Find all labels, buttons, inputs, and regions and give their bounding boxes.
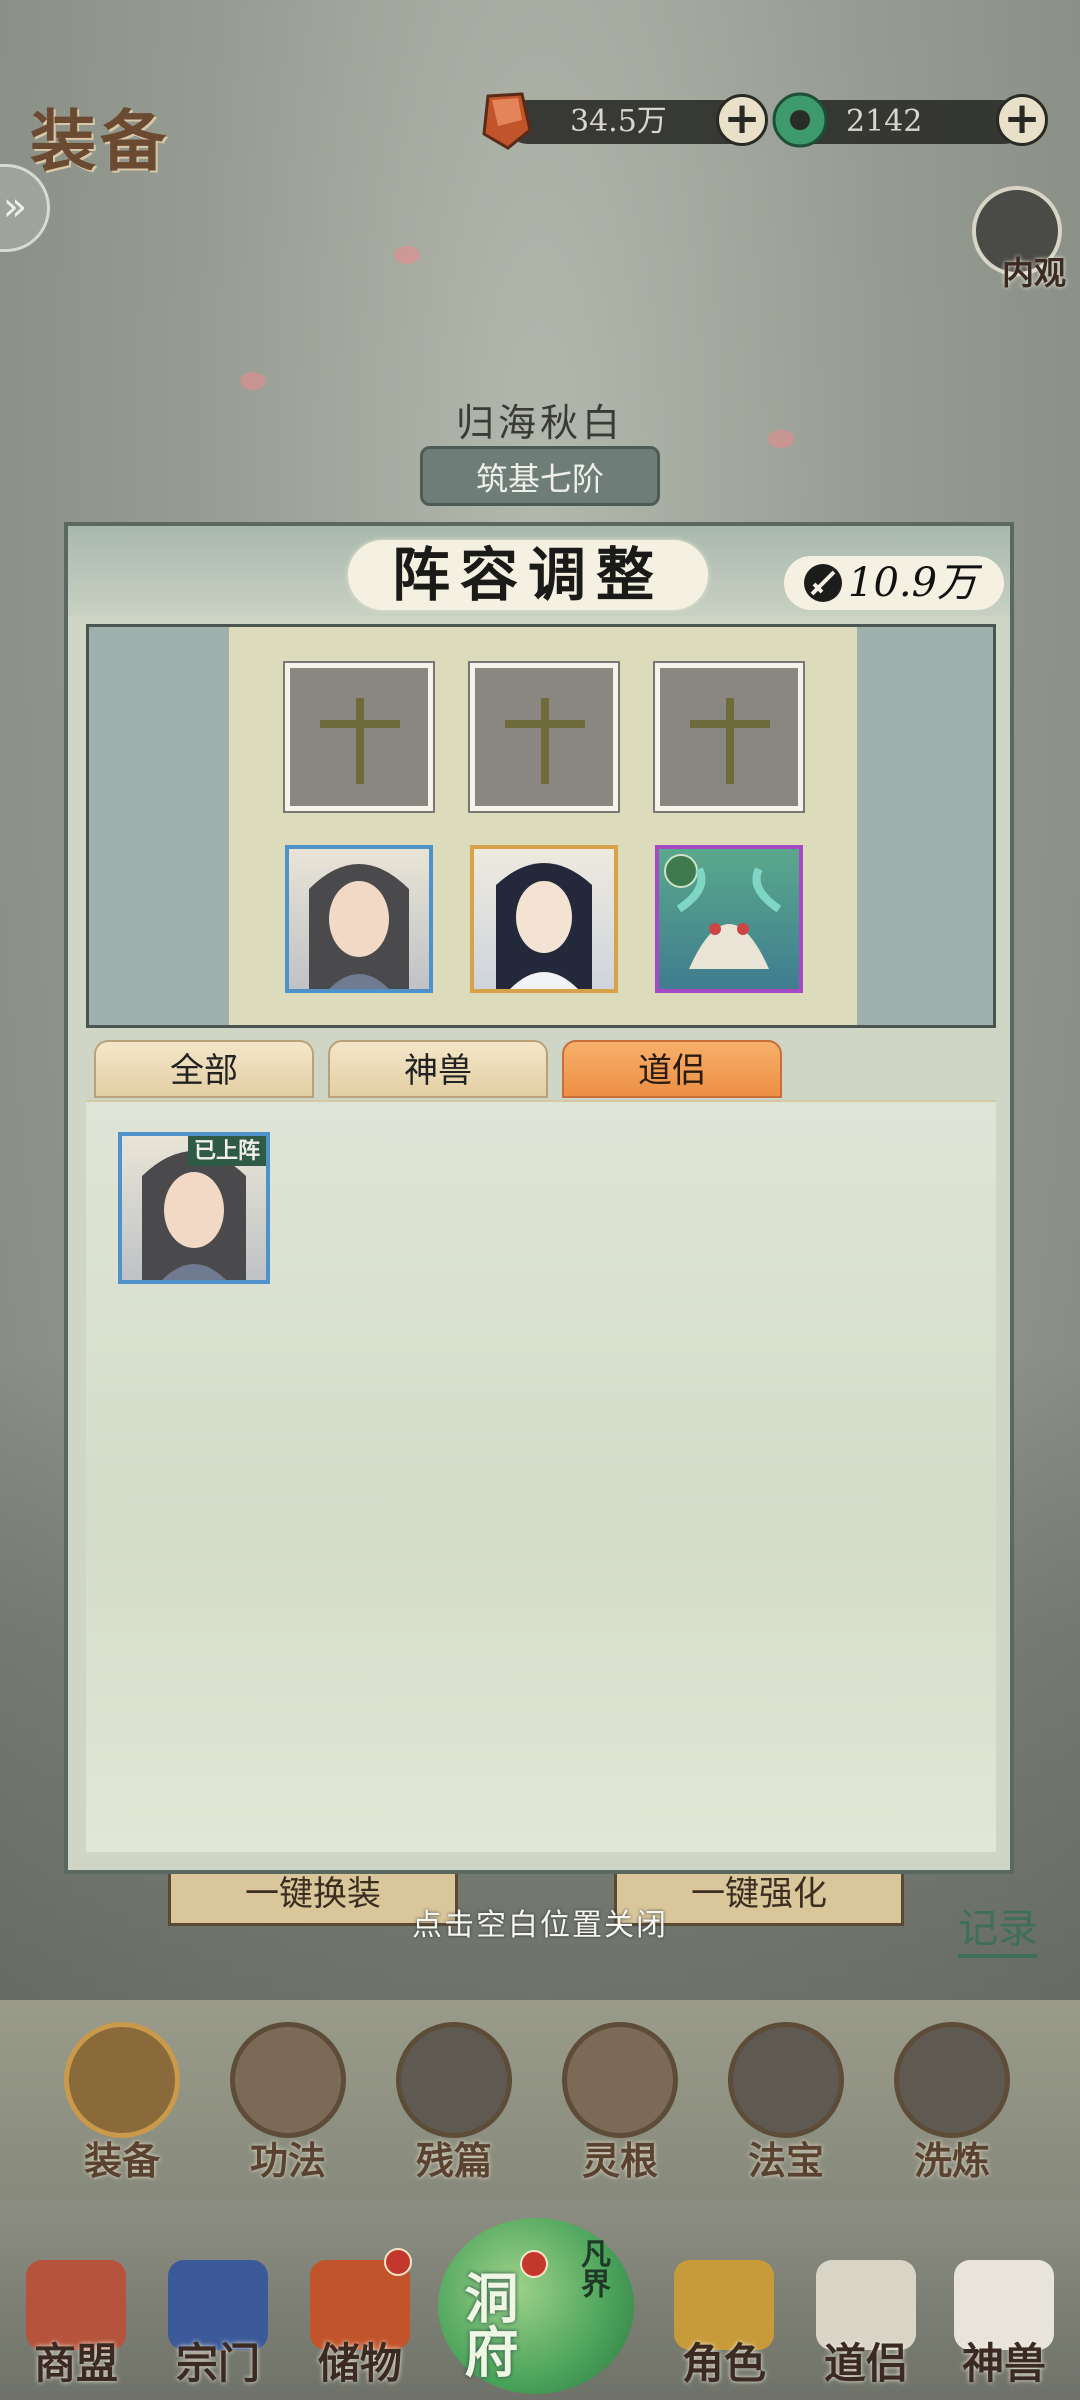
beast-portrait[interactable] — [655, 845, 803, 993]
tab-all[interactable]: 全部 — [94, 1040, 314, 1098]
companion-face-icon — [309, 864, 409, 989]
armor-icon — [64, 2022, 180, 2138]
companion-face-icon — [496, 863, 592, 989]
category-tabs: 全部 神兽 道侣 — [86, 1040, 996, 1100]
page-title: 装备 — [30, 102, 170, 180]
sub-menu-label: 装备 — [83, 2138, 160, 2183]
nav-label: 储物 — [317, 2339, 402, 2388]
dragon-icon — [664, 854, 782, 969]
lock-icon — [894, 2022, 1010, 2138]
sub-menu-refine[interactable]: 洗炼 — [882, 2022, 1022, 2185]
add-currency1-button[interactable]: + — [716, 94, 768, 146]
add-currency2-button[interactable]: + — [996, 94, 1048, 146]
companion-portrait-1[interactable] — [285, 845, 433, 993]
nav-beast[interactable]: 神兽 — [934, 2260, 1074, 2391]
petal-decoration — [240, 372, 266, 390]
lineup-modal: 阵容调整 10.9万 全部 神兽 道侣 已上阵 — [64, 522, 1014, 1874]
sub-menu-label: 残篇 — [415, 2138, 492, 2183]
empty-slot-1[interactable] — [285, 663, 433, 811]
power-value: 10.9万 — [848, 560, 978, 606]
jade-icon — [772, 92, 828, 148]
close-hint[interactable]: 点击空白位置关闭 — [0, 1900, 1080, 1944]
modal-title: 阵容调整 — [391, 541, 664, 609]
companion-list: 已上阵 — [86, 1102, 996, 1852]
nav-label: 商盟 — [33, 2339, 118, 2388]
record-link[interactable]: 记录 — [958, 1896, 1038, 1958]
sub-menu-label: 灵根 — [581, 2138, 658, 2183]
list-item[interactable]: 已上阵 — [118, 1132, 270, 1284]
notification-dot — [384, 2248, 412, 2276]
empty-slot-2[interactable] — [470, 663, 618, 811]
cave-dwelling-label: 洞府 — [455, 2270, 519, 2378]
sub-menu-label: 功法 — [249, 2138, 326, 2183]
character-rank: 筑基七阶 — [420, 446, 660, 506]
neiguan-label[interactable]: 内观 — [1002, 248, 1066, 294]
nav-shangmeng[interactable]: 商盟 — [6, 2260, 146, 2391]
character-name: 归海秋白 — [455, 401, 624, 445]
tab-companion[interactable]: 道侣 — [562, 1040, 782, 1098]
sub-menu-label: 洗炼 — [913, 2138, 990, 2183]
tab-beast[interactable]: 神兽 — [328, 1040, 548, 1098]
book-icon — [230, 2022, 346, 2138]
empty-slot-3[interactable] — [655, 663, 803, 811]
lock-icon — [728, 2022, 844, 2138]
nav-label: 角色 — [681, 2339, 766, 2388]
sword-icon — [804, 564, 842, 602]
spirit-stone-icon — [482, 92, 532, 150]
nav-label: 道侣 — [823, 2339, 908, 2388]
nav-storage[interactable]: 储物 — [290, 2260, 430, 2391]
nav-label: 神兽 — [961, 2339, 1046, 2388]
sub-menu-treasure[interactable]: 法宝 — [716, 2022, 856, 2185]
sub-menu-spirit-root[interactable]: 灵根 — [550, 2022, 690, 2185]
nav-label: 宗门 — [175, 2339, 260, 2388]
currency1-value: 34.5万 — [570, 104, 667, 139]
sub-menu-fragments[interactable]: 残篇 — [384, 2022, 524, 2185]
lineup-board — [86, 624, 996, 1028]
yin-yang-icon — [562, 2022, 678, 2138]
on-team-badge: 已上阵 — [187, 1136, 266, 1166]
sub-menu-skills[interactable]: 功法 — [218, 2022, 358, 2185]
sub-menu-equip[interactable]: 装备 — [52, 2022, 192, 2185]
realm-label: 凡界 — [575, 2238, 610, 2298]
sub-menu-label: 法宝 — [747, 2138, 824, 2183]
companion-portrait-2[interactable] — [470, 845, 618, 993]
petal-decoration — [394, 246, 420, 264]
nav-sect[interactable]: 宗门 — [148, 2260, 288, 2391]
notification-dot — [520, 2250, 548, 2278]
nav-character[interactable]: 角色 — [654, 2260, 794, 2391]
lock-icon — [396, 2022, 512, 2138]
currency2-value: 2142 — [846, 104, 923, 139]
nav-companion[interactable]: 道侣 — [796, 2260, 936, 2391]
